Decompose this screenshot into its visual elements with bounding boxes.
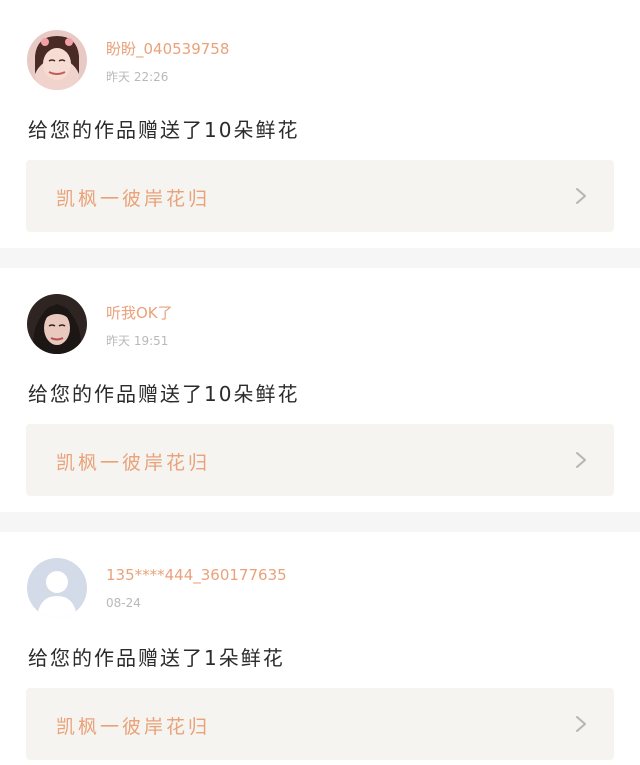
notification-card: 盼盼_040539758 昨天 22:26 给您的作品赠送了10朵鲜花 凯枫一彼… <box>0 0 640 248</box>
username[interactable]: 135****444_360177635 <box>106 566 287 584</box>
work-title: 凯枫一彼岸花归 <box>56 452 211 474</box>
gift-notification-feed: 盼盼_040539758 昨天 22:26 给您的作品赠送了10朵鲜花 凯枫一彼… <box>0 0 640 765</box>
user-photo-avatar-icon <box>27 294 87 354</box>
card-separator <box>0 512 640 532</box>
work-link[interactable]: 凯枫一彼岸花归 <box>26 688 614 760</box>
default-avatar-icon <box>27 558 87 618</box>
card-separator <box>0 248 640 268</box>
gift-message: 给您的作品赠送了1朵鲜花 <box>28 646 285 670</box>
gift-message: 给您的作品赠送了10朵鲜花 <box>28 118 300 142</box>
username[interactable]: 盼盼_040539758 <box>106 38 229 59</box>
user-avatar[interactable] <box>27 294 87 354</box>
work-link[interactable]: 凯枫一彼岸花归 <box>26 424 614 496</box>
notification-card: 135****444_360177635 08-24 给您的作品赠送了1朵鲜花 … <box>0 532 640 765</box>
timestamp: 08-24 <box>106 596 141 610</box>
timestamp: 昨天 22:26 <box>106 70 169 84</box>
gift-message: 给您的作品赠送了10朵鲜花 <box>28 382 300 406</box>
timestamp: 昨天 19:51 <box>106 334 169 348</box>
chevron-right-icon <box>576 716 586 732</box>
user-photo-avatar-icon <box>27 30 87 90</box>
user-avatar[interactable] <box>27 30 87 90</box>
work-title: 凯枫一彼岸花归 <box>56 716 211 738</box>
user-avatar[interactable] <box>27 558 87 618</box>
notification-card: 听我OK了 昨天 19:51 给您的作品赠送了10朵鲜花 凯枫一彼岸花归 <box>0 268 640 512</box>
chevron-right-icon <box>576 188 586 204</box>
work-title: 凯枫一彼岸花归 <box>56 188 211 210</box>
work-link[interactable]: 凯枫一彼岸花归 <box>26 160 614 232</box>
chevron-right-icon <box>576 452 586 468</box>
username[interactable]: 听我OK了 <box>106 302 173 323</box>
